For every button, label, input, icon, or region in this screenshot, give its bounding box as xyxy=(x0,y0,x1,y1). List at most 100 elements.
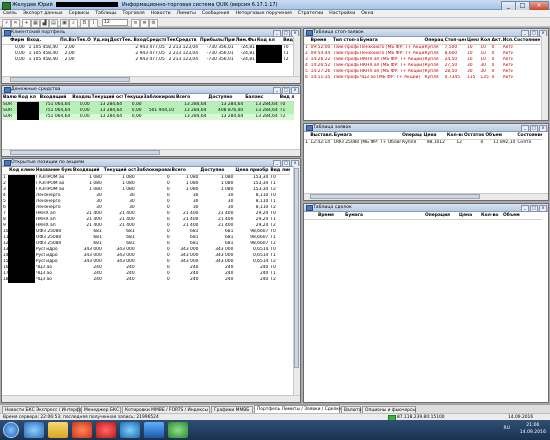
column-header[interactable]: Текущий xyxy=(123,94,143,102)
font-size-select[interactable]: 12 xyxy=(102,19,128,26)
column-header[interactable]: Операция xyxy=(401,132,423,140)
panel-minimize-icon[interactable]: _ xyxy=(521,30,529,37)
column-header[interactable]: Код кл xyxy=(17,94,39,102)
panel-close-icon[interactable]: × xyxy=(539,125,547,132)
column-header[interactable]: Прибыль/Прибыль xyxy=(198,37,235,45)
bold-icon[interactable]: B xyxy=(80,19,89,28)
menu-export[interactable]: Экспорт данных xyxy=(20,10,66,18)
column-header[interactable]: Акт. xyxy=(490,37,502,45)
quik-taskbar-icon[interactable] xyxy=(168,422,188,438)
column-header[interactable]: Уд.нар xyxy=(92,37,109,45)
column-header[interactable]: Доступно xyxy=(199,167,235,175)
table-row[interactable]: 0,00 1 105 458,40 2,00 2 943 477,05 2 213 12… xyxy=(2,57,294,63)
column-header[interactable]: Цена xyxy=(458,212,480,220)
column-header[interactable]: ТекСредств xyxy=(165,37,199,45)
column-header[interactable]: Остаток xyxy=(462,132,485,140)
panel-maximize-icon[interactable]: □ xyxy=(282,30,290,37)
column-header[interactable]: Стоп-цена xyxy=(443,37,466,45)
table-row[interactable]: 1 12:42:14 ОФЗ 25080 [МБ ФР: Т+ Облиг.] Куп… xyxy=(304,140,542,147)
chart-icon[interactable]: ▟ xyxy=(40,19,49,28)
horizontal-scrollbar[interactable] xyxy=(2,149,300,156)
language-indicator[interactable]: RU xyxy=(503,425,510,432)
table-row[interactable]: 614:11:35Тэйк-профитЧЦЗ ао [МБ ФР: Т+ Ак… xyxy=(304,75,542,81)
panel-maximize-icon[interactable]: □ xyxy=(530,30,538,37)
column-header[interactable]: Входящий xyxy=(38,94,72,102)
panel-close-icon[interactable]: × xyxy=(539,205,547,212)
vertical-scrollbar[interactable] xyxy=(293,166,300,396)
column-header[interactable]: Вход. xyxy=(25,37,59,45)
column-header[interactable]: Заблокировано xyxy=(142,94,175,102)
panel-maximize-icon[interactable]: □ xyxy=(282,87,290,94)
tab-manager[interactable]: Менеджер БКС xyxy=(81,406,121,413)
column-header[interactable]: Цена xyxy=(465,37,480,45)
menu-nontrade-orders[interactable]: Неторговые поручения xyxy=(232,10,294,18)
column-header[interactable]: Код кл xyxy=(255,37,283,45)
column-header[interactable]: Выставл. xyxy=(309,132,333,140)
panel-maximize-icon[interactable]: □ xyxy=(530,205,538,212)
yandex-browser-icon[interactable] xyxy=(96,422,116,438)
column-header[interactable]: Кол-во xyxy=(445,132,463,140)
media-player-icon[interactable] xyxy=(72,422,92,438)
vertical-scrollbar[interactable] xyxy=(293,36,300,77)
column-header[interactable]: Операция xyxy=(424,212,458,220)
column-header[interactable]: Баланс xyxy=(244,94,279,102)
column-header[interactable]: Цена xyxy=(422,132,446,140)
horizontal-scrollbar[interactable] xyxy=(2,395,300,402)
column-header[interactable]: Объем xyxy=(502,212,542,220)
panel-maximize-icon[interactable]: □ xyxy=(282,160,290,167)
menu-news[interactable]: Новости xyxy=(148,10,174,18)
vertical-scrollbar[interactable] xyxy=(541,36,548,120)
column-header[interactable]: Название бумаги xyxy=(34,167,72,175)
explorer-folder-icon[interactable] xyxy=(48,422,68,438)
horizontal-scrollbar[interactable] xyxy=(2,76,300,83)
search-icon[interactable]: ⌕ xyxy=(69,19,78,28)
column-header[interactable]: Тек.О xyxy=(75,37,93,45)
column-header[interactable]: Бумага xyxy=(332,132,402,140)
tab-news[interactable]: Новости БКС Экспресс / Интерфакс xyxy=(2,406,87,413)
column-header[interactable]: Бумага xyxy=(344,212,424,220)
column-header[interactable]: Вид лимита xyxy=(269,167,290,175)
tab-quotes[interactable]: Котировки ММВБ / FORTS / Индексы xyxy=(122,406,210,413)
internet-explorer-icon[interactable] xyxy=(24,422,44,438)
new-order-icon[interactable]: + xyxy=(22,19,31,28)
column-header[interactable]: Время xyxy=(309,37,332,45)
column-header[interactable]: ДостТек.П xyxy=(108,37,133,45)
menu-strategies[interactable]: Стратегии xyxy=(295,10,327,18)
column-header[interactable]: Кол-во xyxy=(480,212,502,220)
italic-icon[interactable]: I xyxy=(89,19,98,28)
column-header[interactable]: Заблокировано xyxy=(135,167,171,175)
menu-messages[interactable]: Сообщения xyxy=(199,10,233,18)
column-header[interactable]: Время xyxy=(304,212,344,220)
column-header[interactable]: Всего xyxy=(170,167,200,175)
column-header[interactable]: ВходСредств xyxy=(132,37,166,45)
menu-tables[interactable]: Таблицы xyxy=(92,10,119,18)
table-row[interactable]: SUR 751 064,64 0,00 13 284,64 0,00 13 284,64 1… xyxy=(2,114,294,120)
menu-trading[interactable]: Торговля xyxy=(120,10,148,18)
save-icon[interactable]: ▣ xyxy=(60,19,69,28)
word-icon[interactable] xyxy=(144,422,164,438)
menu-connection[interactable]: Связь xyxy=(0,10,20,18)
table-row[interactable]: 18 ЧЦЗ ао 240 240 0 240 240 240 T2 xyxy=(2,277,290,283)
panel-minimize-icon[interactable]: _ xyxy=(521,205,529,212)
column-header[interactable]: Состояние xyxy=(516,132,542,140)
panel-maximize-icon[interactable]: □ xyxy=(530,125,538,132)
column-header[interactable]: Текущий остаток xyxy=(90,94,124,102)
connect-icon[interactable]: ⚡ xyxy=(2,19,11,28)
column-header[interactable]: Входящий xyxy=(71,94,91,102)
column-header[interactable]: Операция xyxy=(423,37,444,45)
horizontal-scrollbar[interactable] xyxy=(304,193,548,200)
column-header[interactable]: Доступно xyxy=(207,94,245,102)
print-icon[interactable]: ▤ xyxy=(49,19,58,28)
align-left-icon[interactable]: ≡ xyxy=(131,19,140,28)
tab-charts[interactable]: Графики ММВБ xyxy=(211,406,253,413)
column-header[interactable]: Всего xyxy=(174,94,208,102)
panel-minimize-icon[interactable]: _ xyxy=(521,125,529,132)
menu-windows[interactable]: Окна xyxy=(358,10,376,18)
column-header[interactable]: Цена приобр. xyxy=(234,167,270,175)
column-header[interactable]: Фирм xyxy=(9,37,26,45)
column-header[interactable]: Валюта xyxy=(2,94,18,102)
panel-minimize-icon[interactable]: _ xyxy=(273,30,281,37)
column-header[interactable]: Бумага xyxy=(358,37,424,45)
tab-options[interactable]: Опционы и фьючерсы xyxy=(362,406,416,413)
column-header[interactable]: Исп. xyxy=(501,37,513,45)
